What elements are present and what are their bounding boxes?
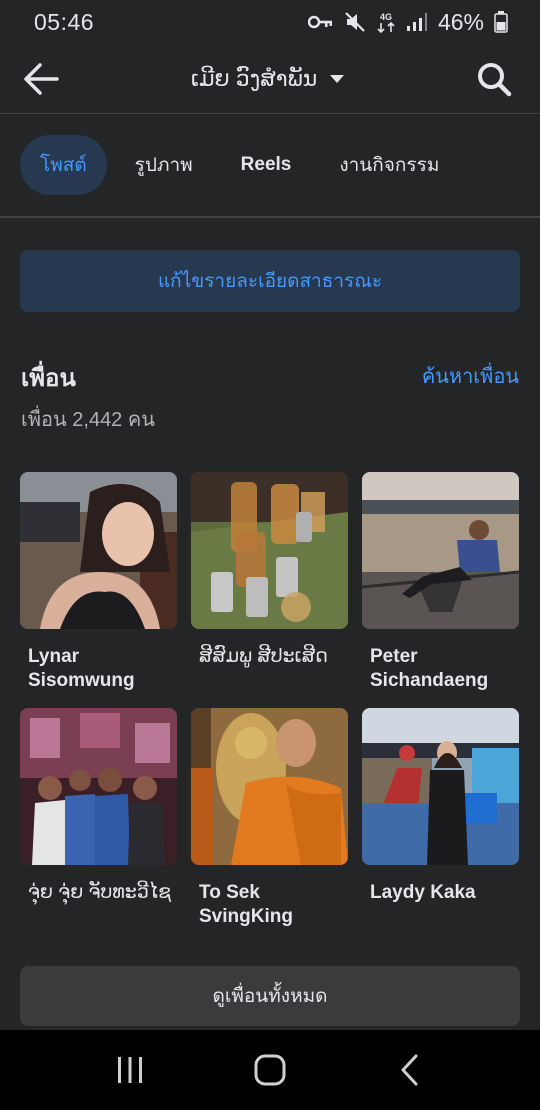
- friend-name[interactable]: Peter Sichandaeng: [362, 645, 519, 693]
- status-bar: 05:46 4G 46%: [0, 0, 540, 44]
- friend-card[interactable]: Laydy Kaka: [362, 708, 519, 944]
- find-friends-link[interactable]: ค้นหาเพื่อน: [422, 360, 519, 392]
- recent-apps-button[interactable]: [100, 1040, 160, 1100]
- tab-photos[interactable]: รูปภาพ: [115, 135, 213, 195]
- edit-public-details-button[interactable]: แก้ไขรายละเอียดสาธารณะ: [20, 250, 520, 312]
- chevron-down-icon: [330, 74, 345, 83]
- tab-posts[interactable]: โพสต์: [20, 135, 107, 195]
- friend-name[interactable]: To Sek SvingKing: [191, 881, 348, 929]
- friend-name[interactable]: ຈຸ່ຍ ຈຸ່ຍ ຈັບທະວີໄຊ: [20, 881, 177, 905]
- back-arrow-icon[interactable]: [22, 60, 60, 98]
- friend-name[interactable]: Lynar Sisomwung: [20, 645, 177, 693]
- see-all-friends-button[interactable]: ดูเพื่อนทั้งหมด: [20, 966, 520, 1026]
- friends-section-title: เพื่อน: [21, 365, 76, 392]
- friend-card[interactable]: Peter Sichandaeng: [362, 472, 519, 708]
- friend-photo[interactable]: [191, 472, 348, 629]
- tab-events[interactable]: งานกิจกรรม: [319, 135, 459, 195]
- network-4g-icon: 4G: [377, 12, 395, 34]
- battery-percentage: 46%: [437, 8, 484, 35]
- home-icon: [254, 1054, 286, 1086]
- friend-card[interactable]: To Sek SvingKing: [191, 708, 348, 944]
- friend-name[interactable]: Laydy Kaka: [362, 881, 519, 905]
- tab-reels[interactable]: Reels: [221, 135, 312, 195]
- friend-card[interactable]: ສີສົມພູ ສີປະເສີດ: [191, 472, 348, 708]
- friend-photo[interactable]: [362, 472, 519, 629]
- friends-grid: Lynar Sisomwung ສີສົມພູ ສີປະເສີດ Peter S…: [20, 472, 520, 944]
- status-icons: 4G 46%: [307, 8, 508, 36]
- mute-icon: [345, 12, 365, 32]
- svg-text:4G: 4G: [380, 12, 392, 22]
- friend-card[interactable]: Lynar Sisomwung: [20, 472, 177, 708]
- profile-switcher[interactable]: ເມີຍ ວົງສຳພັນ: [191, 66, 345, 92]
- back-chevron-icon: [401, 1054, 418, 1086]
- top-header: ເມີຍ ວົງສຳພັນ: [0, 44, 540, 114]
- profile-tabs: โพสต์ รูปภาพ Reels งานกิจกรรม: [0, 114, 540, 218]
- back-button[interactable]: [380, 1040, 440, 1100]
- signal-icon: [406, 13, 427, 31]
- profile-name-title: ເມີຍ ວົງສຳພັນ: [190, 65, 318, 91]
- status-time: 05:46: [34, 8, 95, 35]
- friend-photo[interactable]: [20, 472, 177, 629]
- battery-icon: [494, 11, 508, 33]
- home-button[interactable]: [240, 1040, 300, 1100]
- friend-card[interactable]: ຈຸ່ຍ ຈຸ່ຍ ຈັບທະວີໄຊ: [20, 708, 177, 944]
- recent-apps-icon: [118, 1057, 142, 1083]
- friend-photo[interactable]: [20, 708, 177, 865]
- friend-name[interactable]: ສີສົມພູ ສີປະເສີດ: [191, 645, 348, 669]
- system-nav-bar: [0, 1030, 540, 1110]
- friends-count: เพื่อน 2,442 คน: [21, 409, 155, 431]
- friend-photo[interactable]: [191, 708, 348, 865]
- key-icon: [307, 15, 332, 29]
- search-icon[interactable]: [476, 61, 512, 97]
- friend-photo[interactable]: [362, 708, 519, 865]
